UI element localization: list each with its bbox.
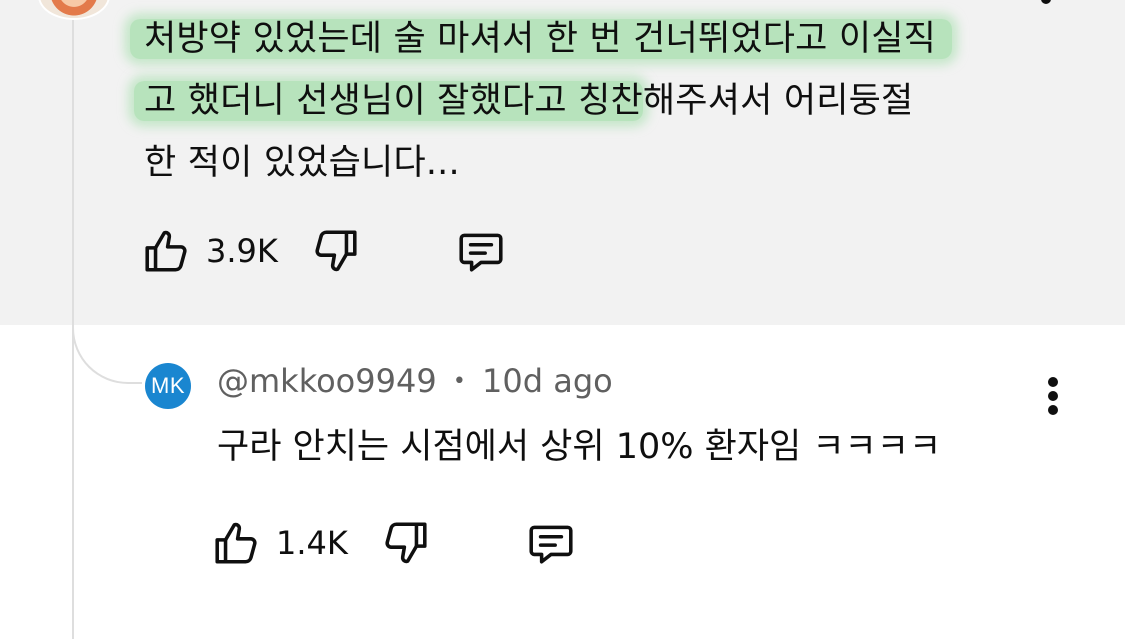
thumbs-down-icon[interactable] <box>310 226 360 276</box>
meta-separator: • <box>452 369 466 394</box>
highlight: 고 했더니 선생님이 잘했다고 칭찬 <box>134 81 643 121</box>
reply-comment-icon[interactable] <box>456 226 506 276</box>
more-vert-icon[interactable] <box>1044 377 1062 417</box>
reply-text: 구라 안치는 시점에서 상위 10% 환자임 ㅋㅋㅋㅋ <box>217 427 942 467</box>
reply-author[interactable]: @mkkoo9949 <box>217 362 437 400</box>
comment-line: 한 적이 있었습니다... <box>144 143 460 183</box>
reply-time: 10d ago <box>482 362 613 400</box>
comment-line: 처방약 있었는데 술 마셔서 한 번 건너뛰었다고 이실직 <box>130 8 1044 70</box>
thumbs-up-icon[interactable] <box>212 518 262 568</box>
like-count: 1.4K <box>276 524 348 562</box>
like-count: 3.9K <box>206 232 278 270</box>
thumbs-up-icon[interactable] <box>142 226 192 276</box>
reply-actions: 1.4K <box>212 518 576 568</box>
thread-connector <box>72 318 142 384</box>
thumbs-down-icon[interactable] <box>380 518 430 568</box>
reply-comment-icon[interactable] <box>526 518 576 568</box>
comment-line: 고 했더니 선생님이 잘했다고 칭찬해주셔서 어리둥절 <box>134 70 1044 132</box>
parent-comment-text: 처방약 있었는데 술 마셔서 한 번 건너뛰었다고 이실직 고 했더니 선생님이… <box>130 8 1044 194</box>
parent-actions: 3.9K <box>142 226 506 276</box>
reply-avatar[interactable]: MK <box>145 363 191 409</box>
reply-meta: @mkkoo9949 • 10d ago <box>217 362 613 400</box>
highlight: 처방약 있었는데 술 마셔서 한 번 건너뛰었다고 이실직 <box>130 19 953 59</box>
